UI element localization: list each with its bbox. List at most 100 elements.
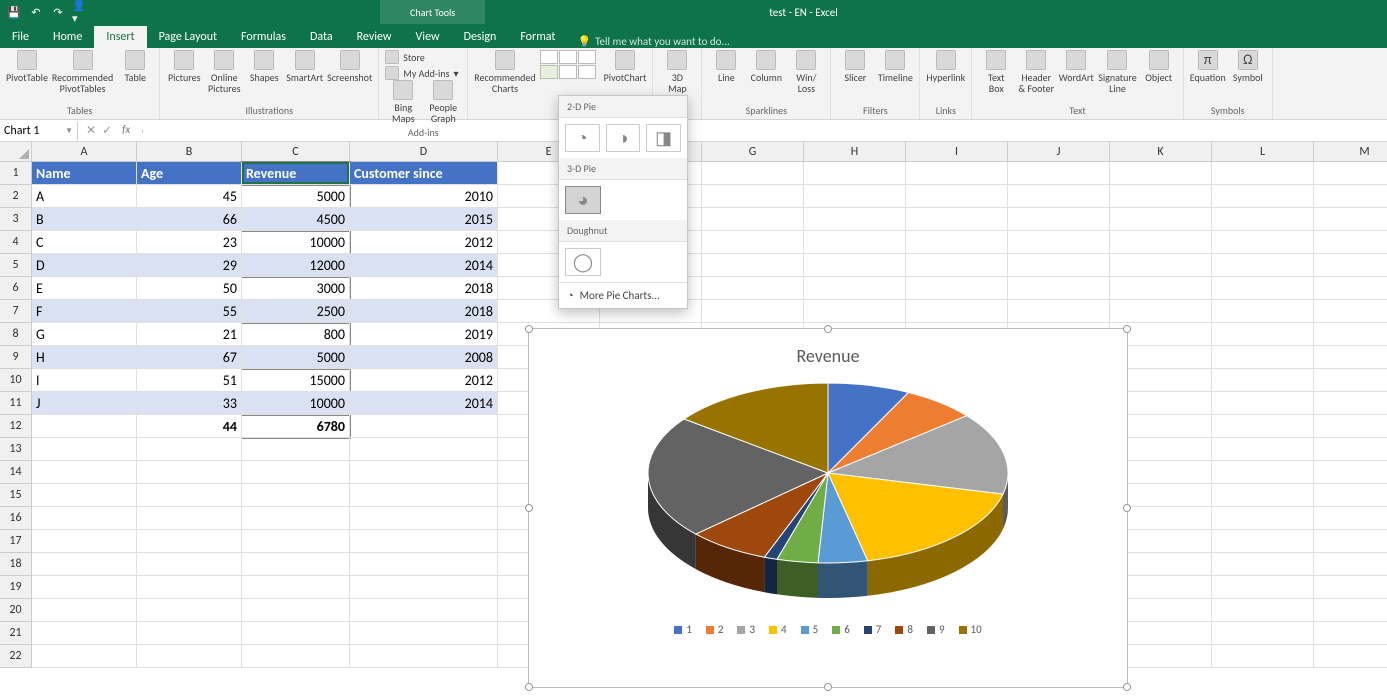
cell-C20[interactable] bbox=[242, 599, 350, 622]
cell-C14[interactable] bbox=[242, 461, 350, 484]
cell-B22[interactable] bbox=[137, 645, 242, 668]
cell-D13[interactable] bbox=[350, 438, 498, 461]
pie-of-pie-icon[interactable]: ◑ bbox=[606, 124, 641, 152]
cell-L12[interactable] bbox=[1212, 415, 1314, 438]
shapes-button[interactable]: Shapes bbox=[246, 50, 282, 83]
row-header-5[interactable]: 5 bbox=[0, 254, 32, 277]
col-header-A[interactable]: A bbox=[32, 142, 137, 162]
cell-C1[interactable]: Revenue bbox=[242, 162, 350, 185]
people-graph-button[interactable]: People Graph bbox=[425, 80, 461, 124]
legend-item-3[interactable]: 3 bbox=[737, 623, 755, 636]
cell-H7[interactable] bbox=[804, 300, 906, 323]
cell-C9[interactable]: 5000 bbox=[242, 346, 350, 369]
cell-K3[interactable] bbox=[1110, 208, 1212, 231]
screenshot-button[interactable]: Screenshot bbox=[327, 50, 372, 83]
cell-I2[interactable] bbox=[906, 185, 1008, 208]
row-header-4[interactable]: 4 bbox=[0, 231, 32, 254]
col-header-C[interactable]: C bbox=[242, 142, 350, 162]
cell-A14[interactable] bbox=[32, 461, 137, 484]
cell-D5[interactable]: 2014 bbox=[350, 254, 498, 277]
my-addins-button[interactable]: My Add-ins▾ bbox=[385, 66, 458, 80]
cell-C6[interactable]: 3000 bbox=[242, 277, 350, 300]
resize-handle-b[interactable] bbox=[824, 683, 832, 691]
cell-M2[interactable] bbox=[1314, 185, 1387, 208]
bar-chart-icon[interactable] bbox=[540, 50, 558, 64]
legend-item-2[interactable]: 2 bbox=[706, 623, 724, 636]
cell-K4[interactable] bbox=[1110, 231, 1212, 254]
cell-M22[interactable] bbox=[1314, 645, 1387, 668]
cell-D19[interactable] bbox=[350, 576, 498, 599]
cell-L13[interactable] bbox=[1212, 438, 1314, 461]
doughnut-icon[interactable]: ◯ bbox=[565, 248, 601, 276]
cell-L6[interactable] bbox=[1212, 277, 1314, 300]
hyperlink-button[interactable]: Hyperlink bbox=[926, 50, 965, 83]
cell-L19[interactable] bbox=[1212, 576, 1314, 599]
name-box[interactable]: Chart 1 ▼ bbox=[0, 122, 78, 140]
cell-M21[interactable] bbox=[1314, 622, 1387, 645]
cell-A2[interactable]: A bbox=[32, 185, 137, 208]
cell-K6[interactable] bbox=[1110, 277, 1212, 300]
tell-me-search[interactable]: 💡 Tell me what you want to do... bbox=[567, 35, 729, 48]
cell-I5[interactable] bbox=[906, 254, 1008, 277]
cell-A4[interactable]: C bbox=[32, 231, 137, 254]
legend-item-9[interactable]: 9 bbox=[927, 623, 945, 636]
cell-C18[interactable] bbox=[242, 553, 350, 576]
redo-icon[interactable]: ↷ bbox=[50, 4, 66, 20]
cell-D11[interactable]: 2014 bbox=[350, 392, 498, 415]
cell-C12[interactable]: 6780 bbox=[242, 415, 350, 438]
cell-L2[interactable] bbox=[1212, 185, 1314, 208]
legend-item-1[interactable]: 1 bbox=[674, 623, 692, 636]
cell-K1[interactable] bbox=[1110, 162, 1212, 185]
cell-D6[interactable]: 2018 bbox=[350, 277, 498, 300]
col-header-G[interactable]: G bbox=[702, 142, 804, 162]
cell-H4[interactable] bbox=[804, 231, 906, 254]
cell-L4[interactable] bbox=[1212, 231, 1314, 254]
resize-handle-tr[interactable] bbox=[1123, 325, 1131, 333]
embedded-chart[interactable]: Revenue 12345678910 bbox=[528, 328, 1128, 688]
cell-B16[interactable] bbox=[137, 507, 242, 530]
row-header-21[interactable]: 21 bbox=[0, 622, 32, 645]
cell-C3[interactable]: 4500 bbox=[242, 208, 350, 231]
cell-B6[interactable]: 50 bbox=[137, 277, 242, 300]
cell-H3[interactable] bbox=[804, 208, 906, 231]
cell-L18[interactable] bbox=[1212, 553, 1314, 576]
cell-L7[interactable] bbox=[1212, 300, 1314, 323]
cell-C22[interactable] bbox=[242, 645, 350, 668]
col-header-D[interactable]: D bbox=[350, 142, 498, 162]
undo-icon[interactable]: ↶ bbox=[28, 4, 44, 20]
tab-view[interactable]: View bbox=[404, 26, 452, 48]
cell-G4[interactable] bbox=[702, 231, 804, 254]
cell-B12[interactable]: 44 bbox=[137, 415, 242, 438]
online-pictures-button[interactable]: Online Pictures bbox=[206, 50, 242, 94]
table-button[interactable]: Table bbox=[117, 50, 153, 83]
row-header-22[interactable]: 22 bbox=[0, 645, 32, 668]
select-all-button[interactable] bbox=[0, 142, 32, 162]
cell-L5[interactable] bbox=[1212, 254, 1314, 277]
row-header-9[interactable]: 9 bbox=[0, 346, 32, 369]
resize-handle-l[interactable] bbox=[525, 504, 533, 512]
cell-M18[interactable] bbox=[1314, 553, 1387, 576]
cell-K7[interactable] bbox=[1110, 300, 1212, 323]
cell-G6[interactable] bbox=[702, 277, 804, 300]
symbol-button[interactable]: ΩSymbol bbox=[1230, 50, 1266, 83]
cell-L3[interactable] bbox=[1212, 208, 1314, 231]
cell-A20[interactable] bbox=[32, 599, 137, 622]
cell-D3[interactable]: 2015 bbox=[350, 208, 498, 231]
cell-G2[interactable] bbox=[702, 185, 804, 208]
cell-A13[interactable] bbox=[32, 438, 137, 461]
row-header-3[interactable]: 3 bbox=[0, 208, 32, 231]
cell-D2[interactable]: 2010 bbox=[350, 185, 498, 208]
cell-D20[interactable] bbox=[350, 599, 498, 622]
col-header-J[interactable]: J bbox=[1008, 142, 1110, 162]
cell-D14[interactable] bbox=[350, 461, 498, 484]
cell-M9[interactable] bbox=[1314, 346, 1387, 369]
cell-M16[interactable] bbox=[1314, 507, 1387, 530]
cell-G5[interactable] bbox=[702, 254, 804, 277]
column-chart-icon[interactable] bbox=[578, 50, 596, 64]
cell-B7[interactable]: 55 bbox=[137, 300, 242, 323]
save-icon[interactable]: 💾 bbox=[6, 4, 22, 20]
legend-item-4[interactable]: 4 bbox=[769, 623, 787, 636]
cell-C16[interactable] bbox=[242, 507, 350, 530]
cell-C8[interactable]: 800 bbox=[242, 323, 350, 346]
cell-B3[interactable]: 66 bbox=[137, 208, 242, 231]
